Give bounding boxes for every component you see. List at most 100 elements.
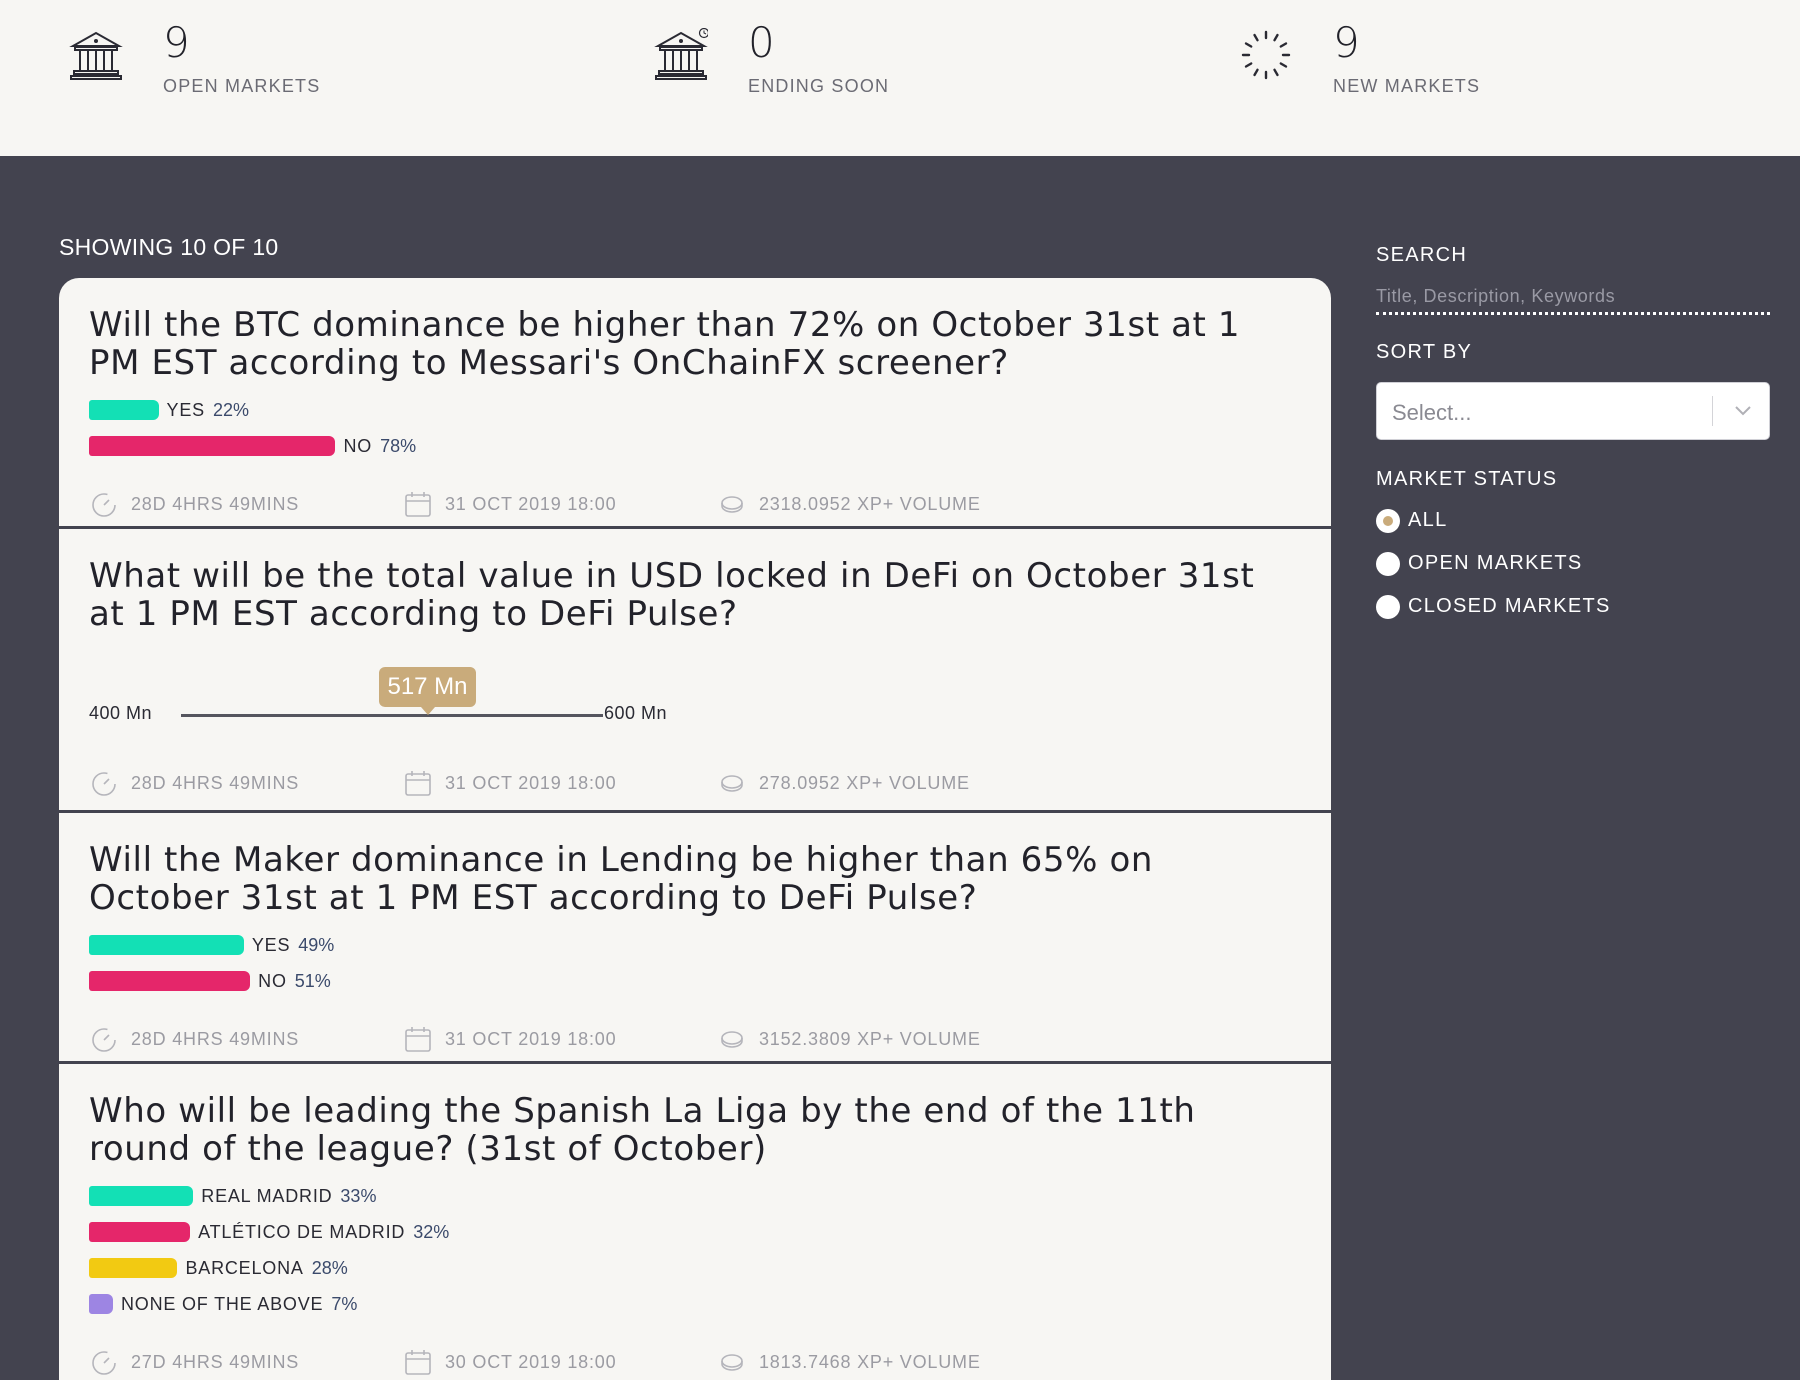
time-remaining: 28D 4HRS 49MINS [89,768,403,798]
outcome-percent: 51% [294,970,331,991]
sort-select[interactable]: Select... [1376,382,1770,440]
scalar-min: 400 Mn [89,703,153,723]
market-meta: 28D 4HRS 49MINS 31 OCT 2019 18:00 2318.0… [89,472,1301,536]
scalar-max: 600 Mn [604,703,668,723]
sort-select-separator [1712,396,1713,426]
radio-button[interactable] [1376,594,1400,619]
market-title[interactable]: What will be the total value in USD lock… [89,557,1301,633]
market-status-label: MARKET STATUS [1376,468,1558,490]
open-markets-label: OPEN MARKETS [163,76,321,96]
coin-icon [721,1031,743,1048]
status-option-label[interactable]: OPEN MARKETS [1408,552,1583,575]
status-option-open[interactable]: OPEN MARKETS [1376,542,1770,585]
outcome-row: REAL MADRID 33% [89,1178,1301,1214]
bank-icon [69,31,123,80]
timer-icon [92,493,116,517]
volume-text: 2318.0952 XP+ VOLUME [759,493,981,514]
new-markets-count: 9 [1333,18,1360,67]
status-option-label[interactable]: ALL [1408,509,1448,532]
filter-panel: SEARCH SORT BY Select... MARKET STATUS A… [1376,244,1770,628]
outcome-list: REAL MADRID 33% ATLÉTICO DE MADRID 32% B… [89,1178,1301,1322]
ending-soon-count: 0 [748,18,775,67]
stats-bar: 9 OPEN MARKETS 0 ENDING SOON 9 NEW MARKE… [0,0,1800,156]
search-label: SEARCH [1376,244,1468,266]
time-remaining: 27D 4HRS 49MINS [89,1347,403,1377]
volume: 278.0952 XP+ VOLUME [717,768,970,798]
end-date: 31 OCT 2019 18:00 [403,768,717,798]
outcome-percent: 49% [298,934,335,955]
market-meta: 28D 4HRS 49MINS 31 OCT 2019 18:00 278.09… [89,751,1301,815]
volume-text: 1813.7468 XP+ VOLUME [759,1351,981,1372]
outcome-name: REAL MADRID [201,1185,333,1206]
outcome-bar [89,1222,191,1242]
calendar-icon [405,492,431,517]
outcome-row: NO 51% [89,963,1301,999]
outcome-name: YES [166,399,205,420]
end-date-text: 31 OCT 2019 18:00 [445,772,617,793]
market-title[interactable]: Will the Maker dominance in Lending be h… [89,841,1301,917]
end-date-text: 30 OCT 2019 18:00 [445,1351,617,1372]
outcome-percent: 7% [331,1293,358,1314]
outcome-row: YES 49% [89,927,1301,963]
outcome-bar [89,436,336,456]
end-date: 30 OCT 2019 18:00 [403,1347,717,1377]
end-date-text: 31 OCT 2019 18:00 [445,493,617,514]
scalar-value-tooltip: 517 Mn [379,667,476,715]
sort-select-value: Select... [1392,400,1472,425]
status-option-label[interactable]: CLOSED MARKETS [1408,595,1611,618]
scalar-track [181,714,603,717]
outcome-percent: 32% [413,1221,450,1242]
ending-soon-label: ENDING SOON [748,76,890,96]
market-list: Will the BTC dominance be higher than 72… [59,278,1331,1380]
timer-icon [92,772,116,796]
outcome-row: NONE OF THE ABOVE 7% [89,1286,1301,1322]
timer-icon [92,1351,116,1375]
market-card[interactable]: Who will be leading the Spanish La Liga … [59,1064,1331,1380]
coin-icon [721,775,743,792]
outcome-list: YES 49% NO 51% [89,927,1301,999]
chevron-down-icon[interactable] [1733,403,1753,419]
timer-icon [92,1028,116,1052]
coin-icon [721,1354,743,1371]
end-date: 31 OCT 2019 18:00 [403,489,717,519]
volume: 1813.7468 XP+ VOLUME [717,1347,981,1377]
market-card[interactable]: Will the Maker dominance in Lending be h… [59,813,1331,1064]
outcome-percent: 28% [311,1257,348,1278]
loading-spinner-icon [1241,30,1291,80]
market-title[interactable]: Who will be leading the Spanish La Liga … [89,1092,1301,1168]
outcome-name: NO [258,970,287,991]
radio-button[interactable] [1376,508,1400,533]
calendar-icon [405,1027,431,1052]
time-remaining-text: 28D 4HRS 49MINS [131,1028,300,1049]
outcome-row: ATLÉTICO DE MADRID 32% [89,1214,1301,1250]
open-markets-count: 9 [163,18,190,67]
volume-text: 278.0952 XP+ VOLUME [759,772,970,793]
end-date-text: 31 OCT 2019 18:00 [445,1028,617,1049]
search-input[interactable] [1376,281,1770,315]
outcome-bar [89,935,244,955]
market-card[interactable]: Will the BTC dominance be higher than 72… [59,278,1331,529]
outcome-percent: 22% [212,399,249,420]
time-remaining: 28D 4HRS 49MINS [89,1024,403,1054]
status-option-all[interactable]: ALL [1376,499,1770,542]
outcome-bar [89,1258,178,1278]
outcome-name: ATLÉTICO DE MADRID [198,1221,406,1242]
outcome-list: YES 22% NO 78% [89,392,1301,464]
bank-clock-icon [654,28,708,80]
outcome-row: YES 22% [89,392,1301,428]
outcome-bar [89,971,251,991]
volume: 2318.0952 XP+ VOLUME [717,489,981,519]
market-meta: 27D 4HRS 49MINS 30 OCT 2019 18:00 1813.7… [89,1330,1301,1380]
sort-by-label: SORT BY [1376,341,1473,363]
new-markets-label: NEW MARKETS [1333,76,1481,96]
market-card[interactable]: What will be the total value in USD lock… [59,529,1331,813]
calendar-icon [405,771,431,796]
radio-button[interactable] [1376,551,1400,576]
time-remaining-text: 28D 4HRS 49MINS [131,772,300,793]
outcome-name: YES [251,934,291,955]
outcome-name: NO [343,435,373,456]
market-title[interactable]: Will the BTC dominance be higher than 72… [89,306,1301,382]
outcome-row: BARCELONA 28% [89,1250,1301,1286]
status-option-closed[interactable]: CLOSED MARKETS [1376,585,1770,628]
outcome-name: BARCELONA [185,1257,304,1278]
